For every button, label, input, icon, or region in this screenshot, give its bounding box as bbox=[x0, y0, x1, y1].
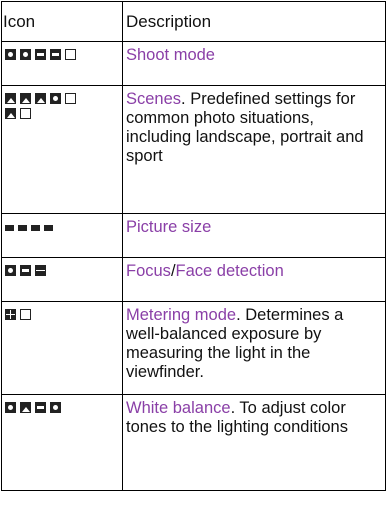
description-cell: White balance. To adjust color tones to … bbox=[122, 394, 386, 491]
video-icon bbox=[35, 49, 46, 60]
description-cell: Metering mode. Determines a well-balance… bbox=[122, 301, 386, 395]
infinity-focus-icon bbox=[35, 265, 46, 276]
picture-size-wide-icon bbox=[44, 225, 53, 231]
night-icon bbox=[35, 93, 46, 104]
description-cell: Focus/Face detection bbox=[122, 257, 386, 302]
spot-metering-icon bbox=[20, 309, 31, 320]
center-metering-icon bbox=[5, 309, 16, 320]
frame-icon bbox=[65, 49, 76, 60]
header-description: Description bbox=[122, 1, 386, 42]
icons-cell bbox=[1, 213, 123, 258]
scenes-link[interactable]: Scenes bbox=[126, 90, 181, 108]
fluorescent-icon bbox=[35, 402, 46, 413]
shoot-mode-icon bbox=[5, 49, 16, 60]
table-row: Picture size bbox=[1, 213, 386, 258]
icons-cell bbox=[1, 257, 123, 302]
table-row: White balance. To adjust color tones to … bbox=[1, 394, 386, 491]
person-icon bbox=[50, 93, 61, 104]
picture-size-link[interactable]: Picture size bbox=[126, 218, 211, 236]
icons-cell bbox=[1, 85, 123, 214]
table-row: Scenes. Predefined settings for common p… bbox=[1, 85, 386, 214]
focus-link[interactable]: Focus bbox=[126, 262, 171, 280]
icons-cell bbox=[1, 394, 123, 491]
shoot-mode-link[interactable]: Shoot mode bbox=[126, 46, 215, 64]
header-icon: Icon bbox=[1, 1, 123, 42]
picture-size-medium-icon bbox=[18, 225, 27, 231]
metering-mode-link[interactable]: Metering mode bbox=[126, 306, 236, 324]
document-icon bbox=[20, 108, 31, 119]
cloudy-icon bbox=[20, 402, 31, 413]
table-row: Shoot mode bbox=[1, 41, 386, 86]
face-detection-link[interactable]: Face detection bbox=[176, 262, 284, 280]
icons-cell bbox=[1, 301, 123, 395]
incandescent-icon bbox=[50, 402, 61, 413]
landscape-icon bbox=[5, 93, 16, 104]
panorama-icon bbox=[50, 49, 61, 60]
picture-size-large-icon bbox=[5, 225, 14, 231]
auto-white-balance-icon bbox=[5, 402, 16, 413]
table-row: Focus/Face detection bbox=[1, 257, 386, 302]
camera-settings-table: Icon Description Shoot mode Scenes. Pred… bbox=[1, 1, 386, 491]
description-cell: Scenes. Predefined settings for common p… bbox=[122, 85, 386, 214]
table-row: Metering mode. Determines a well-balance… bbox=[1, 301, 386, 395]
description-cell: Picture size bbox=[122, 213, 386, 258]
gear-scene-icon bbox=[65, 93, 76, 104]
icons-cell bbox=[1, 41, 123, 86]
description-cell: Shoot mode bbox=[122, 41, 386, 86]
portrait-icon bbox=[20, 93, 31, 104]
table-header-row: Icon Description bbox=[1, 1, 386, 42]
camera-icon bbox=[20, 49, 31, 60]
face-detection-icon bbox=[5, 265, 16, 276]
sport-icon bbox=[5, 108, 16, 119]
focus-icon bbox=[20, 265, 31, 276]
picture-size-small-icon bbox=[31, 225, 40, 231]
white-balance-link[interactable]: White balance bbox=[126, 399, 231, 417]
